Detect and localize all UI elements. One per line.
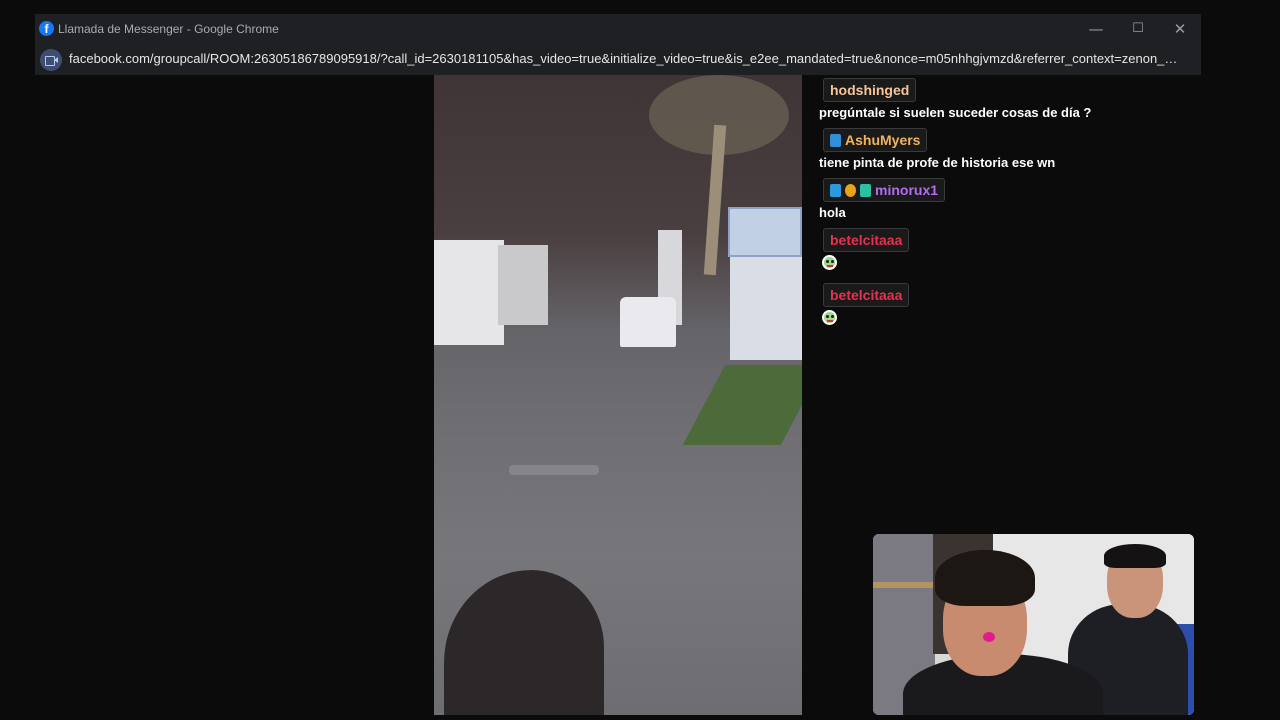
remote-video-feed: [434, 75, 802, 715]
grey-building: [498, 245, 548, 325]
minimize-button[interactable]: —: [1078, 18, 1114, 40]
pink-nose-filter: [983, 632, 995, 642]
chat-username-text: betelcitaaa: [830, 287, 903, 303]
streamer-webcam: [873, 534, 1194, 715]
chat-username: AshuMyers: [823, 128, 928, 152]
chat-username: betelcitaaa: [823, 228, 910, 252]
chat-message-text: hola: [819, 205, 846, 220]
maximize-button[interactable]: ☐: [1120, 18, 1156, 40]
frog-emote-icon: [822, 310, 837, 325]
white-building: [434, 240, 504, 345]
title-bar: f Llamada de Messenger - Google Chrome —…: [35, 14, 1201, 44]
coin-badge-icon: [845, 183, 856, 197]
glitch-badge-icon: [860, 183, 871, 197]
facebook-logo-icon: f: [39, 21, 54, 36]
chrome-window: f Llamada de Messenger - Google Chrome —…: [35, 14, 1201, 75]
chat-username: minorux1: [823, 178, 946, 202]
window-title: Llamada de Messenger - Google Chrome: [58, 22, 279, 36]
address-bar[interactable]: facebook.com/groupcall/ROOM:263051867890…: [35, 44, 1201, 74]
chat-username-text: AshuMyers: [845, 132, 921, 148]
chat-username-text: betelcitaaa: [830, 232, 903, 248]
chat-message: hodshinged pregúntale si suelen suceder …: [812, 78, 1192, 120]
person-left-hair: [935, 550, 1035, 606]
building-sign: [728, 207, 802, 257]
road-marking: [509, 465, 599, 475]
video-call-icon[interactable]: [40, 49, 62, 71]
chat-message: AshuMyers tiene pinta de profe de histor…: [812, 128, 1192, 170]
person-shadow: [444, 570, 604, 715]
parked-car: [620, 297, 676, 347]
shelf-plank: [873, 582, 935, 588]
chat-username-text: minorux1: [875, 182, 939, 198]
grass-strip: [682, 365, 802, 445]
chat-message: minorux1 hola: [812, 178, 1192, 220]
chat-message-text: pregúntale si suelen suceder cosas de dí…: [819, 105, 1092, 120]
cube-badge-icon: [830, 183, 841, 197]
close-button[interactable]: ✕: [1162, 18, 1198, 40]
chat-username: hodshinged: [823, 78, 917, 102]
frog-emote-icon: [822, 255, 837, 270]
person-right-hair: [1104, 544, 1166, 568]
chat-message: betelcitaaa: [812, 283, 1192, 330]
chat-message: betelcitaaa: [812, 228, 1192, 275]
chat-message-text: tiene pinta de profe de historia ese wn: [819, 155, 1056, 170]
chat-username: betelcitaaa: [823, 283, 910, 307]
url-text[interactable]: facebook.com/groupcall/ROOM:263051867890…: [69, 51, 1184, 66]
chat-overlay: hodshinged pregúntale si suelen suceder …: [812, 78, 1192, 338]
chat-username-text: hodshinged: [830, 82, 910, 98]
prime-badge-icon: [830, 133, 841, 147]
